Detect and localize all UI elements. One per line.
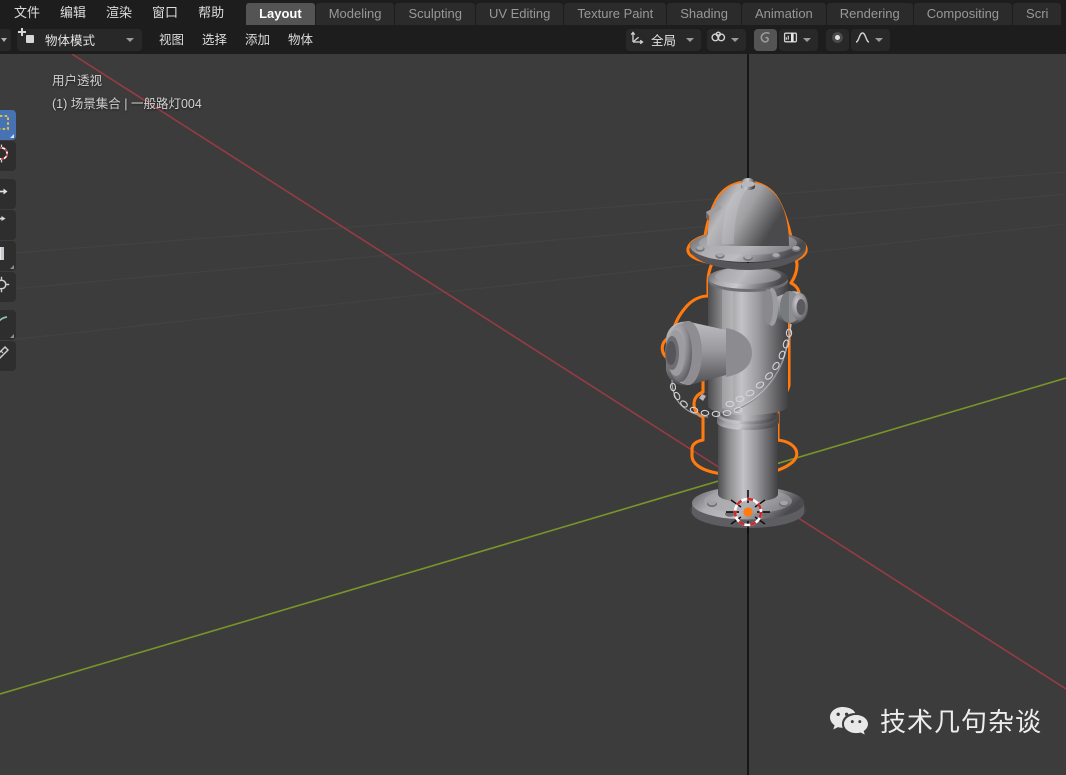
chevron-down-icon — [875, 37, 883, 42]
transform-icon — [0, 275, 11, 299]
chevron-down-icon — [126, 37, 134, 42]
orientation-axes-icon — [629, 29, 646, 51]
wechat-icon — [829, 705, 869, 737]
vp-menu-object[interactable]: 物体 — [279, 29, 322, 51]
viewport-header-left: 物体模式 视图 选择 添加 物体 — [0, 25, 322, 54]
tool-expand-corner-icon — [10, 334, 14, 338]
measure-icon — [0, 344, 11, 368]
tab-texture-paint[interactable]: Texture Paint — [564, 3, 667, 25]
top-menu-bar: 文件 编辑 渲染 窗口 帮助 Layout Modeling Sculpting… — [0, 0, 1066, 25]
viewport-grid — [0, 171, 1066, 342]
viewport-scene-label: (1) 场景集合 | 一般路灯004 — [52, 97, 202, 111]
chevron-down-icon — [686, 37, 694, 42]
vp-menu-select[interactable]: 选择 — [193, 29, 236, 51]
vp-menu-add[interactable]: 添加 — [236, 29, 279, 51]
smooth-falloff-icon — [854, 29, 871, 51]
interaction-mode-label: 物体模式 — [45, 34, 96, 48]
blender-window: 文件 编辑 渲染 窗口 帮助 Layout Modeling Sculpting… — [0, 0, 1066, 775]
hydrant-nozzle-right — [763, 288, 808, 326]
tab-uv-editing[interactable]: UV Editing — [475, 3, 564, 25]
tab-animation[interactable]: Animation — [741, 3, 826, 25]
gizmo-toggle-button[interactable] — [754, 28, 777, 51]
tool-move[interactable] — [0, 179, 16, 209]
scale-icon — [0, 244, 11, 268]
tool-measure[interactable] — [0, 341, 16, 371]
tool-cursor[interactable] — [0, 141, 16, 171]
chevron-down-icon — [731, 37, 739, 42]
menu-item-file[interactable]: 文件 — [4, 0, 50, 25]
object-mode-icon — [18, 27, 38, 48]
tool-select-box[interactable] — [0, 110, 16, 140]
axis-y-line — [0, 377, 1066, 695]
axis-x-line — [71, 54, 1066, 690]
tab-sculpting[interactable]: Sculpting — [395, 3, 475, 25]
snapping-group[interactable] — [707, 28, 746, 51]
interaction-mode-dropdown[interactable]: 物体模式 — [17, 27, 142, 51]
tab-shading[interactable]: Shading — [667, 3, 741, 25]
magnet-icon — [710, 29, 727, 51]
viewport-header: 物体模式 视图 选择 添加 物体 全局 — [0, 25, 1066, 54]
proportional-editing-toggle[interactable] — [826, 28, 849, 51]
menu-item-help[interactable]: 帮助 — [188, 0, 234, 25]
3d-viewport[interactable]: 用户透视 (1) 场景集合 | 一般路灯004 技术几句杂谈 — [0, 54, 1066, 775]
viewport-view-label: 用户透视 — [52, 74, 103, 88]
vp-menu-view[interactable]: 视图 — [150, 29, 193, 51]
proportional-falloff-dropdown[interactable] — [851, 28, 890, 51]
chevron-down-icon — [1, 37, 7, 42]
tab-scripting[interactable]: Scri — [1013, 3, 1062, 25]
select-box-icon — [0, 113, 11, 137]
proportional-edit-icon — [829, 29, 846, 51]
tab-modeling[interactable]: Modeling — [315, 3, 395, 25]
tool-expand-corner-icon — [10, 134, 14, 138]
viewport-scene — [0, 54, 1066, 775]
watermark-text: 技术几句杂谈 — [879, 708, 1042, 738]
move-icon — [0, 182, 11, 206]
rotate-icon — [0, 213, 11, 237]
hydrant-lower-barrel — [717, 403, 779, 502]
editor-type-selector[interactable] — [0, 28, 11, 51]
menu-item-edit[interactable]: 编辑 — [50, 0, 96, 25]
menu-item-window[interactable]: 窗口 — [142, 0, 188, 25]
gizmo-icon — [757, 29, 774, 51]
hydrant-dome — [706, 178, 789, 246]
fire-hydrant-model — [660, 178, 808, 528]
cursor-3d-icon — [0, 144, 11, 168]
tool-rotate[interactable] — [0, 210, 16, 240]
menu-item-render[interactable]: 渲染 — [96, 0, 142, 25]
transform-orientation-label: 全局 — [650, 34, 676, 48]
annotate-icon — [0, 313, 11, 337]
viewport-header-right: 全局 — [620, 28, 1066, 51]
tab-rendering[interactable]: Rendering — [826, 3, 913, 25]
workspace-tabs: Layout Modeling Sculpting UV Editing Tex… — [246, 0, 1062, 25]
tool-annotate[interactable] — [0, 310, 16, 340]
overlays-toggle-button[interactable] — [779, 28, 818, 51]
overlays-icon — [782, 29, 799, 51]
viewport-toolbar — [0, 110, 16, 371]
chevron-down-icon — [803, 37, 811, 42]
tab-layout[interactable]: Layout — [246, 3, 315, 25]
transform-orientation-dropdown[interactable]: 全局 — [625, 28, 701, 51]
tool-transform[interactable] — [0, 272, 16, 302]
proportional-editing-group — [824, 28, 890, 51]
viewport-menus: 视图 选择 添加 物体 — [150, 29, 322, 51]
main-menu: 文件 编辑 渲染 窗口 帮助 — [0, 0, 234, 25]
wechat-watermark: 技术几句杂谈 — [829, 702, 1042, 739]
tool-expand-corner-icon — [10, 265, 14, 269]
tool-scale[interactable] — [0, 241, 16, 271]
tab-compositing[interactable]: Compositing — [913, 3, 1013, 25]
overlay-toggle-group — [752, 28, 818, 51]
